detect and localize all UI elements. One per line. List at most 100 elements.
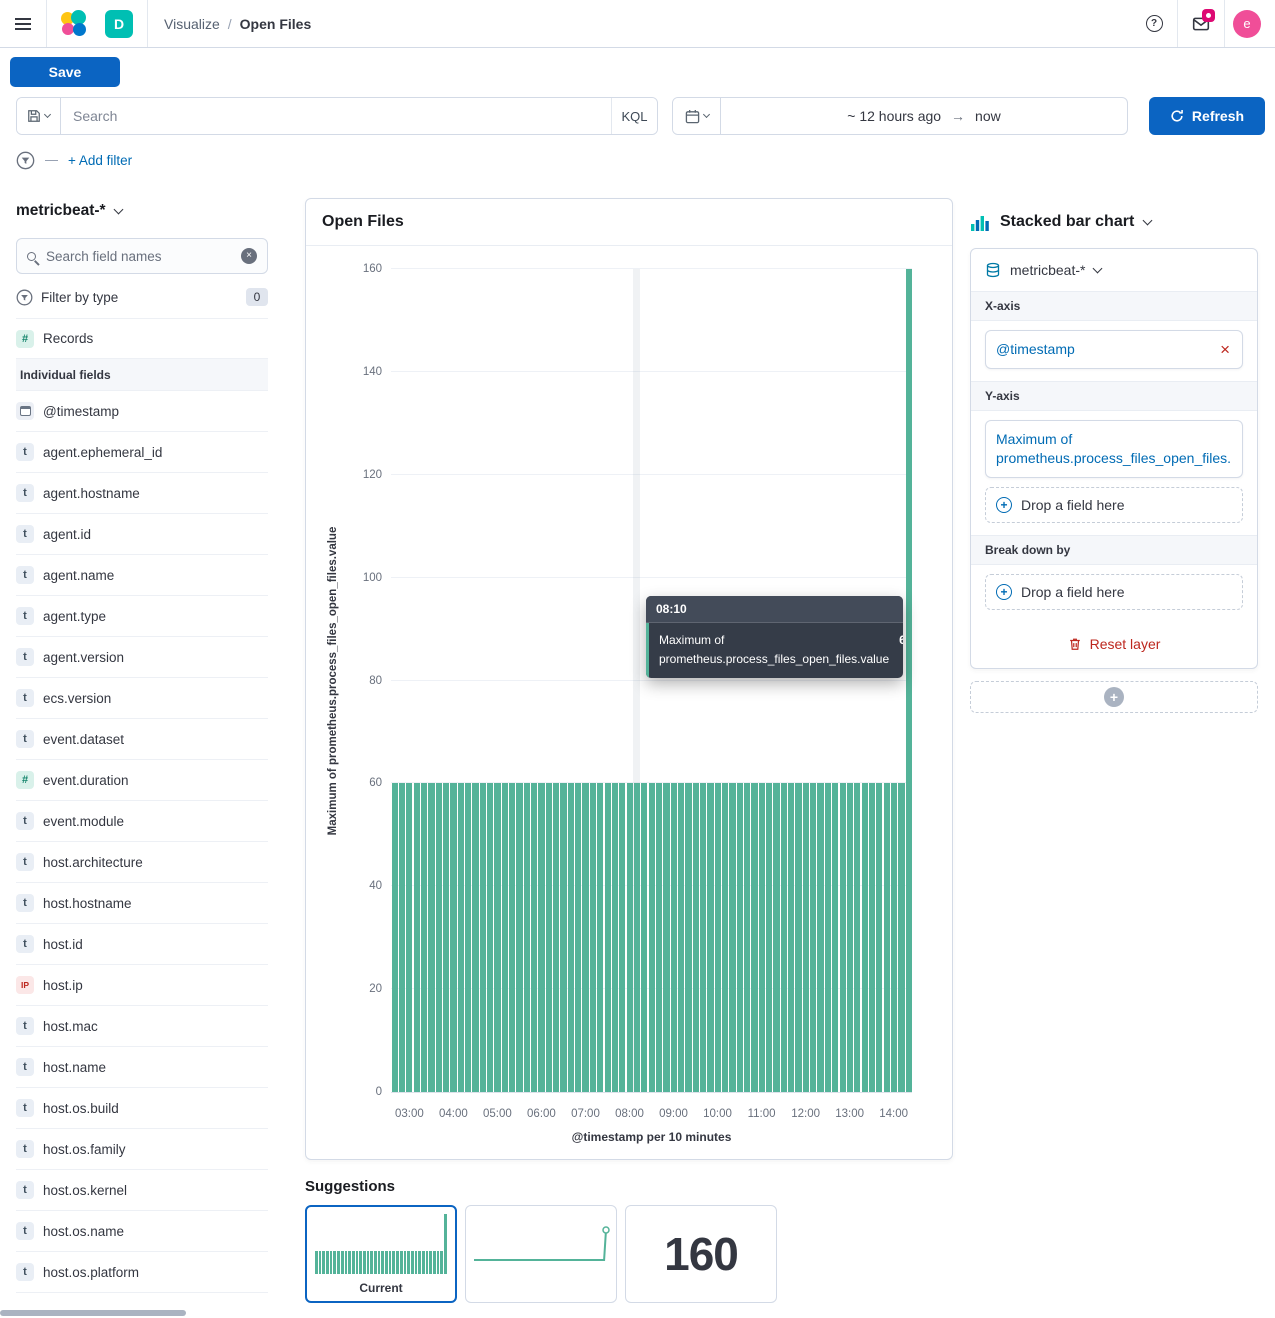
field-item[interactable]: thost.architecture <box>16 842 268 883</box>
chevron-down-icon <box>44 110 51 117</box>
elastic-logo[interactable] <box>59 9 89 39</box>
field-item[interactable]: tevent.dataset <box>16 719 268 760</box>
field-item[interactable]: # event.duration <box>16 760 268 801</box>
y-axis-drop-zone[interactable]: + Drop a field here <box>985 487 1243 523</box>
string-field-icon: t <box>16 1099 34 1117</box>
suggestions-section: Suggestions Current 160 <box>305 1178 965 1303</box>
field-name: agent.hostname <box>43 486 140 501</box>
field-item[interactable]: IPhost.ip <box>16 965 268 1006</box>
field-name: host.architecture <box>43 855 143 870</box>
time-picker-group: ~ 12 hours ago → now <box>672 97 1128 135</box>
field-name: host.mac <box>43 1019 98 1034</box>
field-item[interactable]: tagent.hostname <box>16 473 268 514</box>
filter-by-type[interactable]: Filter by type 0 <box>16 288 268 306</box>
suggestion-current[interactable]: Current <box>305 1205 457 1303</box>
plus-icon: + <box>996 584 1012 600</box>
field-name: host.ip <box>43 978 83 993</box>
string-field-icon: t <box>16 525 34 543</box>
time-from[interactable]: ~ 12 hours ago <box>847 108 941 124</box>
field-name: host.os.family <box>43 1142 126 1157</box>
saved-query-menu-button[interactable] <box>17 98 61 134</box>
search-group: KQL <box>16 97 658 135</box>
field-name: host.os.platform <box>43 1265 139 1280</box>
lens-config-panel: Stacked bar chart metricbeat-* X-axis @t… <box>970 212 1258 713</box>
field-item[interactable]: tagent.name <box>16 555 268 596</box>
field-item[interactable]: thost.os.platform <box>16 1252 268 1293</box>
field-name: event.duration <box>43 773 129 788</box>
menu-icon[interactable] <box>0 0 46 47</box>
remove-dimension-icon[interactable]: × <box>1218 341 1232 358</box>
filter-icon[interactable] <box>16 151 35 170</box>
add-filter-button[interactable]: + Add filter <box>68 153 132 168</box>
suggestion-metric[interactable]: 160 <box>625 1205 777 1303</box>
field-item[interactable]: thost.os.kernel <box>16 1170 268 1211</box>
field-item[interactable]: tecs.version <box>16 678 268 719</box>
field-item[interactable]: thost.os.family <box>16 1129 268 1170</box>
field-name: host.id <box>43 937 83 952</box>
field-item[interactable]: @timestamp <box>16 391 268 432</box>
layer-panel: metricbeat-* X-axis @timestamp × Y-axis … <box>970 248 1258 669</box>
time-range[interactable]: ~ 12 hours ago → now <box>721 98 1127 134</box>
string-field-icon: t <box>16 648 34 666</box>
horizontal-scrollbar[interactable] <box>0 1310 186 1316</box>
tooltip-value: 60 <box>899 631 903 650</box>
query-input[interactable] <box>61 98 611 134</box>
chart-tooltip: 08:10 Maximum of prometheus.process_file… <box>646 596 903 678</box>
chart-title: Open Files <box>322 213 404 231</box>
chart-type-switcher[interactable]: Stacked bar chart <box>970 212 1258 232</box>
x-axis-dimension-label: @timestamp <box>996 340 1218 359</box>
notification-badge <box>1202 9 1215 22</box>
field-search-input[interactable] <box>44 248 233 265</box>
field-item[interactable]: t host.hostname <box>16 883 268 924</box>
field-item[interactable]: tagent.id <box>16 514 268 555</box>
refresh-button[interactable]: Refresh <box>1149 97 1265 135</box>
query-language-button[interactable]: KQL <box>611 98 657 134</box>
string-field-icon: t <box>16 566 34 584</box>
number-field-icon: # <box>16 771 34 789</box>
y-axis-dimension[interactable]: Maximum of prometheus.process_files_open… <box>985 420 1243 478</box>
avatar[interactable]: e <box>1233 10 1261 38</box>
index-pattern-name: metricbeat-* <box>16 202 106 220</box>
time-to[interactable]: now <box>975 108 1001 124</box>
field-item[interactable]: tagent.ephemeral_id <box>16 432 268 473</box>
y-axis-section-label: Y-axis <box>971 381 1257 411</box>
bars[interactable] <box>391 269 912 1092</box>
clear-search-icon[interactable]: × <box>241 248 257 264</box>
string-field-icon: t <box>16 607 34 625</box>
breakdown-drop-zone[interactable]: + Drop a field here <box>985 574 1243 610</box>
chart-panel-header: Open Files <box>306 199 952 246</box>
suggestions-title: Suggestions <box>305 1178 965 1195</box>
breadcrumb-visualize[interactable]: Visualize <box>164 16 220 32</box>
add-layer-button[interactable]: + <box>970 681 1258 713</box>
field-name: host.hostname <box>43 896 132 911</box>
deployment-badge[interactable]: D <box>105 10 133 38</box>
chart-plot-area[interactable]: Maximum of prometheus.process_files_open… <box>391 269 912 1093</box>
field-item[interactable]: tevent.module <box>16 801 268 842</box>
drop-field-label: Drop a field here <box>1021 497 1125 513</box>
add-layer-icon: + <box>1104 687 1124 707</box>
y-axis-title: Maximum of prometheus.process_files_open… <box>327 526 339 835</box>
field-item[interactable]: thost.name <box>16 1047 268 1088</box>
x-axis-dimension[interactable]: @timestamp × <box>985 330 1243 369</box>
layer-index-pattern[interactable]: metricbeat-* <box>971 249 1257 291</box>
field-item[interactable]: tagent.type <box>16 596 268 637</box>
field-item[interactable]: t agent.version <box>16 637 268 678</box>
y-axis-dimension-label: Maximum of prometheus.process_files_open… <box>996 430 1232 468</box>
string-field-icon: t <box>16 894 34 912</box>
field-item[interactable]: thost.os.build <box>16 1088 268 1129</box>
save-button[interactable]: Save <box>10 57 120 87</box>
field-item[interactable]: thost.os.name <box>16 1211 268 1252</box>
index-pattern-switcher[interactable]: metricbeat-* <box>16 202 268 220</box>
breadcrumb: Visualize / Open Files <box>164 16 311 32</box>
suggestion-line-chart[interactable] <box>465 1205 617 1303</box>
date-picker-button[interactable] <box>673 98 721 134</box>
reset-layer-button[interactable]: Reset layer <box>971 622 1257 668</box>
help-button[interactable]: ? <box>1131 0 1177 47</box>
breakdown-section-label: Break down by <box>971 535 1257 565</box>
field-name: ecs.version <box>43 691 111 706</box>
field-item[interactable]: thost.id <box>16 924 268 965</box>
field-name: agent.version <box>43 650 124 665</box>
field-item[interactable]: thost.mac <box>16 1006 268 1047</box>
newsfeed-button[interactable] <box>1178 0 1224 47</box>
records-field[interactable]: # Records <box>16 318 268 359</box>
